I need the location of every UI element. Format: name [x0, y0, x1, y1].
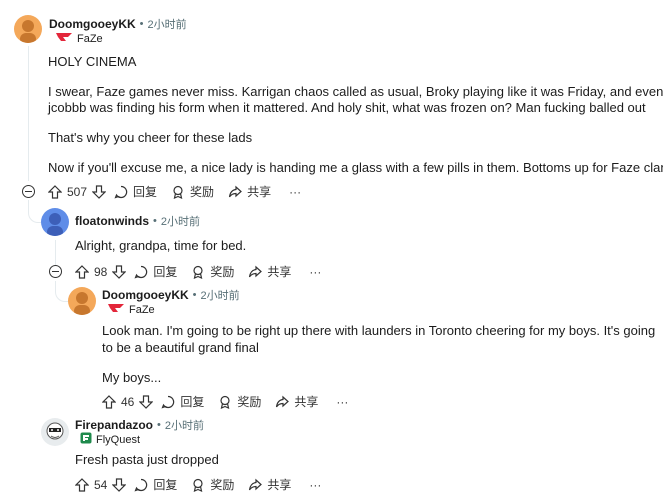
username[interactable]: floatonwinds [75, 214, 149, 228]
share-button[interactable]: 共享 [248, 263, 291, 280]
action-bar: 54 回复 奖励 共享 ··· [75, 476, 335, 493]
collapse-button[interactable] [22, 185, 35, 198]
share-icon [248, 265, 263, 279]
faze-logo-icon [55, 32, 73, 45]
separator-dot: • [139, 18, 144, 30]
more-options-button[interactable]: ··· [309, 478, 321, 492]
comment-icon [134, 265, 148, 279]
comment-text: Look man. I'm going to be right up there… [102, 323, 656, 338]
action-bar: 98 回复 奖励 共享 ··· [75, 263, 335, 280]
flyquest-logo-icon [80, 432, 92, 447]
action-bar: 46 回复 奖励 共享 ··· [102, 393, 362, 410]
share-icon [248, 478, 263, 492]
vote-group: 98 [75, 264, 127, 279]
upvote-icon[interactable] [75, 264, 89, 279]
comment-text: HOLY CINEMA [48, 54, 137, 69]
username[interactable]: DoomgooeyKK [49, 17, 136, 31]
user-flair: FlyQuest [80, 432, 140, 447]
reply-button[interactable]: 回复 [134, 476, 177, 493]
upvote-icon[interactable] [75, 477, 89, 492]
vote-group: 54 [75, 477, 127, 492]
user-flair: FaZe [107, 303, 155, 316]
vote-count: 98 [94, 264, 108, 279]
share-button[interactable]: 共享 [275, 393, 318, 410]
vote-count: 54 [94, 477, 108, 492]
timestamp: 2小时前 [200, 290, 240, 302]
share-icon [228, 185, 242, 199]
upvote-icon[interactable] [48, 184, 62, 199]
avatar[interactable] [41, 208, 69, 236]
award-button[interactable]: 奖励 [218, 393, 261, 410]
thread-line [28, 46, 29, 181]
vote-count: 46 [121, 394, 135, 409]
comment-text: Fresh pasta just dropped [75, 452, 219, 467]
downvote-icon[interactable] [92, 184, 107, 199]
share-button[interactable]: 共享 [248, 476, 291, 493]
vote-group: 507 [48, 184, 107, 199]
user-flair: FaZe [55, 32, 103, 45]
timestamp: 2小时前 [160, 216, 200, 228]
collapse-button[interactable] [49, 265, 62, 278]
avatar[interactable] [41, 418, 69, 446]
reply-button[interactable]: 回复 [134, 263, 177, 280]
faze-logo-icon [107, 303, 125, 316]
comment-text: Now if you'll excuse me, a nice lady is … [48, 160, 663, 175]
action-bar: 507 回复 奖励 共享 ··· [48, 183, 315, 200]
comment-icon [161, 395, 175, 409]
username[interactable]: Firepandazoo [75, 418, 153, 432]
vote-group: 46 [102, 394, 154, 409]
award-icon [191, 265, 205, 279]
comment-text: My boys... [102, 370, 162, 385]
comment-text: I swear, Faze games never miss. Karrigan… [48, 84, 663, 99]
comment-text: jcobbb was finding his form when it matt… [48, 100, 646, 115]
downvote-icon[interactable] [112, 477, 127, 492]
reply-button[interactable]: 回复 [114, 183, 157, 200]
share-button[interactable]: 共享 [228, 183, 271, 200]
comment-text: to be a beautiful grand final [102, 340, 259, 355]
share-icon [275, 395, 290, 409]
thread-connector [28, 200, 41, 223]
comment-text: Alright, grandpa, time for bed. [75, 238, 247, 253]
comment-icon [134, 478, 148, 492]
timestamp: 2小时前 [164, 420, 204, 432]
downvote-icon[interactable] [112, 264, 127, 279]
avatar[interactable] [14, 15, 42, 43]
award-button[interactable]: 奖励 [191, 263, 234, 280]
more-options-button[interactable]: ··· [336, 395, 348, 409]
more-options-button[interactable]: ··· [309, 265, 321, 279]
downvote-icon[interactable] [139, 394, 154, 409]
avatar[interactable] [68, 287, 96, 315]
award-icon [218, 395, 232, 409]
separator-dot: • [192, 289, 197, 301]
thread-line [55, 240, 56, 265]
reply-button[interactable]: 回复 [161, 393, 204, 410]
award-icon [191, 478, 205, 492]
upvote-icon[interactable] [102, 394, 116, 409]
separator-dot: • [157, 419, 161, 431]
comment-icon [114, 185, 128, 199]
more-options-button[interactable]: ··· [289, 185, 301, 199]
comment-text: That's why you cheer for these lads [48, 130, 253, 145]
award-button[interactable]: 奖励 [191, 476, 234, 493]
separator-dot: • [153, 215, 157, 227]
vote-count: 507 [67, 184, 88, 199]
award-button[interactable]: 奖励 [171, 183, 214, 200]
thread-connector [55, 281, 68, 302]
award-icon [171, 185, 185, 199]
username[interactable]: DoomgooeyKK [102, 288, 189, 302]
timestamp: 2小时前 [147, 19, 187, 31]
